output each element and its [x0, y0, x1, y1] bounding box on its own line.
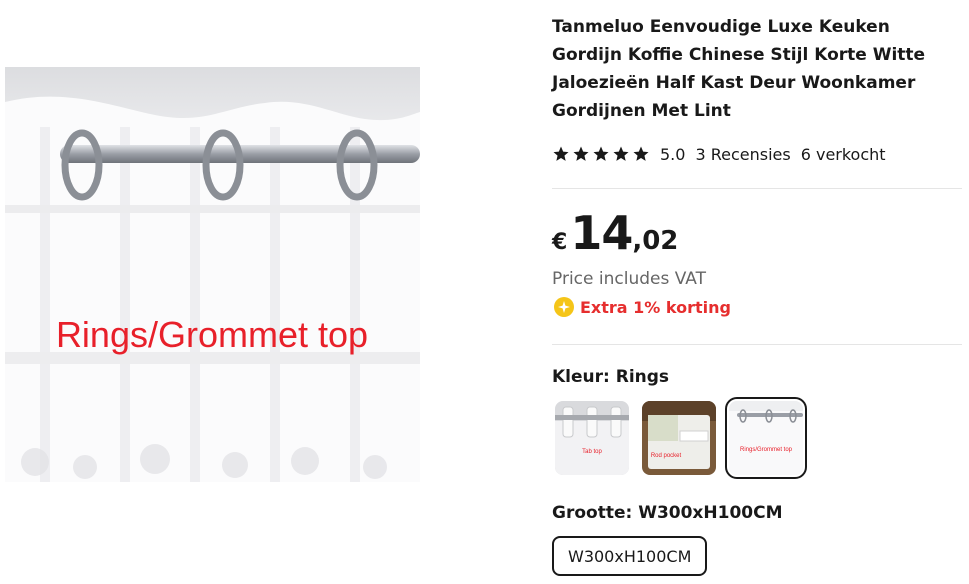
swatch-caption: Tab top: [582, 449, 602, 455]
star-icon: [633, 146, 649, 161]
rating-score: 5.0: [660, 144, 686, 164]
size-option-button[interactable]: W300xH100CM: [552, 536, 708, 576]
sold-count: 6 verkocht: [800, 144, 886, 164]
swatch-tab-top[interactable]: Tab top: [555, 401, 629, 475]
discount-text: Extra 1% korting: [580, 297, 731, 317]
star-icon: [593, 146, 609, 161]
swatch-image: Rings/Grommet top: [729, 401, 803, 475]
size-option-label: W300xH100CM: [568, 546, 692, 566]
discount-badge: Extra 1% korting: [554, 297, 731, 317]
image-caption: Rings/Grommet top: [56, 314, 368, 355]
color-swatches: Tab top Rod pocket Rings/Grommet top: [555, 397, 807, 479]
swatch-image: Tab top: [555, 401, 629, 475]
rating-row: 5.0 3 Recensies 6 verkocht: [552, 142, 886, 166]
curtain-photo: Rings/Grommet top: [5, 67, 420, 482]
divider: [552, 188, 962, 189]
divider: [552, 344, 962, 345]
main-product-image[interactable]: Rings/Grommet top: [5, 67, 420, 482]
price: € 14 ,02: [552, 206, 678, 260]
price-decimal: ,02: [632, 226, 679, 256]
swatch-caption: Rod pocket: [651, 453, 682, 459]
price-currency: €: [552, 230, 568, 255]
coin-icon: [554, 297, 574, 317]
price-integer: 14: [570, 206, 633, 260]
swatch-image: Rod pocket: [642, 401, 716, 475]
product-title: Tanmeluo Eenvoudige Luxe Keuken Gordijn …: [552, 17, 926, 121]
vat-note: Price includes VAT: [552, 269, 706, 289]
swatch-rings-grommet-top[interactable]: Rings/Grommet top: [725, 397, 807, 479]
color-label: Kleur: Rings: [552, 367, 670, 387]
star-icon: [613, 146, 629, 161]
star-rating: [552, 145, 650, 163]
star-icon: [573, 146, 589, 161]
size-label: Grootte: W300xH100CM: [552, 503, 783, 523]
star-icon: [553, 146, 569, 161]
reviews-link[interactable]: 3 Recensies: [695, 145, 790, 164]
swatch-caption: Rings/Grommet top: [740, 447, 793, 453]
swatch-rod-pocket[interactable]: Rod pocket: [642, 401, 716, 475]
